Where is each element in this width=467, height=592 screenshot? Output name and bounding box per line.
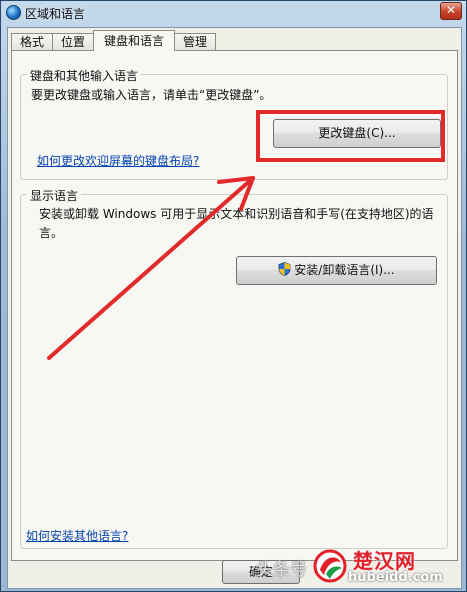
tab-administrative[interactable]: 管理 [174,33,217,51]
display-language-groupbox: 显示语言 安装或卸载 Windows 可用于显示文本和识别语音和手写(在支持地区… [20,187,448,549]
window-title: 区域和语言 [25,7,86,21]
welcome-screen-layout-link[interactable]: 如何更改欢迎屏幕的键盘布局? [37,152,199,169]
display-language-description-line2: 言。 [39,226,64,240]
region-language-window: 区域和语言 ✕ 格式 位置 键盘和语言 管理 键盘和其他输入语言 要更改键盘或输… [0,0,467,592]
watermark-source-text: 头条号 [256,560,307,580]
display-language-group-title: 显示语言 [27,187,82,204]
keyboard-description: 要更改键盘或输入语言，请单击“更改键盘”。 [31,88,272,102]
close-button[interactable]: ✕ [440,2,462,20]
tab-keyboards-languages[interactable]: 键盘和语言 [93,30,176,51]
install-other-languages-link[interactable]: 如何安装其他语言? [26,527,128,544]
watermark: 头条号 楚汉网 hubeidd.com [250,543,465,591]
display-language-description-line1: 安装或卸载 Windows 可用于显示文本和识别语音和手写(在支持地区)的语 [39,207,434,221]
install-uninstall-languages-label: 安装/卸载语言(I)... [294,263,395,277]
watermark-logo-icon [312,548,348,584]
install-uninstall-languages-button[interactable]: 安装/卸载语言(I)... [236,256,437,285]
tab-formats[interactable]: 格式 [11,33,54,51]
title-bar[interactable]: 区域和语言 ✕ [1,1,466,25]
annotation-highlight-box [256,110,445,162]
watermark-url: hubeidd.com [348,570,443,585]
tab-location[interactable]: 位置 [52,33,95,51]
keyboard-group-title: 键盘和其他输入语言 [27,67,142,84]
globe-icon [6,5,21,20]
tab-strip: 格式 位置 键盘和语言 管理 [11,30,217,51]
uac-shield-icon [278,259,291,276]
